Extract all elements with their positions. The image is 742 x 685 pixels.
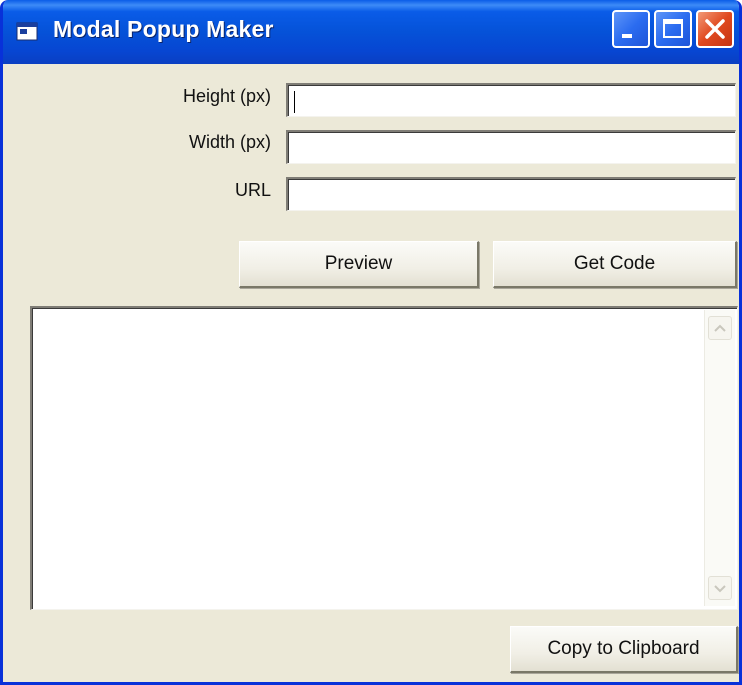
window-app-icon[interactable] (16, 22, 38, 41)
title-bar[interactable]: Modal Popup Maker (3, 0, 739, 64)
maximize-icon (663, 19, 683, 38)
width-label: Width (px) (188, 132, 271, 152)
code-output-textarea[interactable] (30, 306, 738, 610)
get-code-button[interactable]: Get Code (493, 241, 737, 288)
text-caret (294, 91, 295, 113)
width-input[interactable] (286, 130, 736, 164)
height-label: Height (px) (182, 86, 271, 106)
url-input[interactable] (286, 177, 736, 211)
height-input[interactable] (286, 83, 736, 117)
app-window: Modal Popup Maker Height (px) Width (px)… (0, 0, 742, 685)
minimize-button[interactable] (612, 10, 650, 48)
chevron-down-icon (714, 585, 726, 593)
minimize-icon (622, 34, 632, 38)
vertical-scrollbar[interactable] (704, 310, 735, 606)
scroll-up-button[interactable] (708, 316, 732, 340)
copy-to-clipboard-button[interactable]: Copy to Clipboard (510, 626, 738, 673)
scroll-down-button[interactable] (708, 576, 732, 600)
close-icon (705, 19, 725, 39)
url-label: URL (234, 180, 271, 200)
preview-button[interactable]: Preview (239, 241, 479, 288)
chevron-up-icon (714, 324, 726, 332)
close-button[interactable] (696, 10, 734, 48)
maximize-button[interactable] (654, 10, 692, 48)
window-title: Modal Popup Maker (53, 16, 274, 42)
